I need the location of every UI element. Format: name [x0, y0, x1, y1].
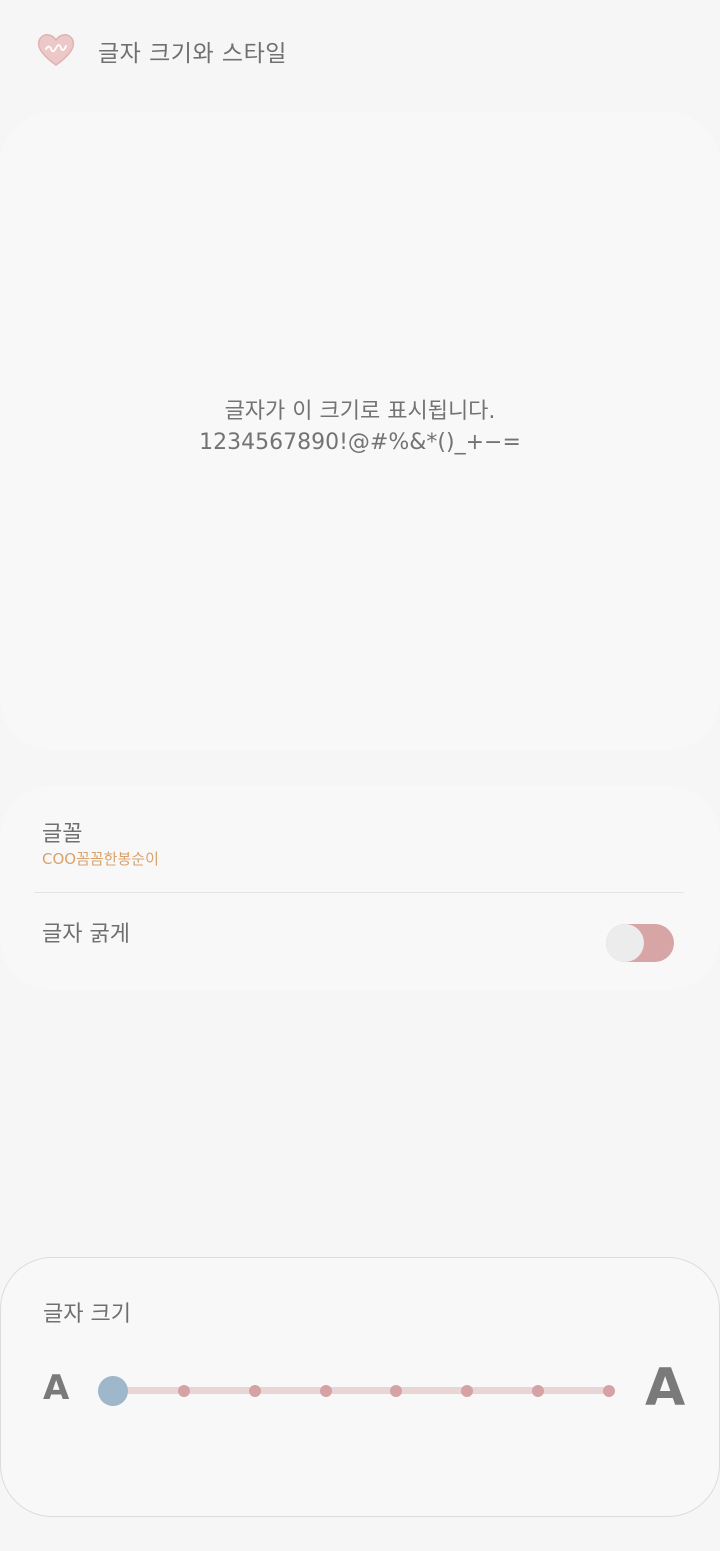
decrease-font-size-button[interactable]: A: [43, 1368, 69, 1408]
preview-text: 글자가 이 크기로 표시됩니다. 1234567890!@#%&*()_+−=: [0, 396, 720, 458]
slider-step-dot[interactable]: [319, 1385, 332, 1397]
preview-line-korean: 글자가 이 크기로 표시됩니다.: [224, 399, 496, 424]
font-size-panel: 글자 크기 A A: [0, 1257, 720, 1517]
slider-step-dot[interactable]: [461, 1385, 474, 1397]
divider: [34, 892, 684, 893]
font-style-value: COO꼼꼼한봉순이: [42, 850, 159, 868]
bold-font-row[interactable]: 글자 굵게: [0, 894, 720, 990]
font-size-label: 글자 크기: [43, 1302, 131, 1327]
slider-step-dot[interactable]: [248, 1385, 261, 1397]
increase-font-size-button[interactable]: A: [645, 1358, 685, 1418]
bold-font-label: 글자 굵게: [42, 922, 130, 947]
toggle-knob: [606, 924, 644, 962]
preview-line-symbols: 1234567890!@#%&*()_+−=: [199, 430, 521, 455]
slider-step-dot[interactable]: [532, 1385, 545, 1397]
font-size-slider[interactable]: [97, 1374, 625, 1408]
heart-back-icon[interactable]: [34, 30, 78, 70]
slider-thumb[interactable]: [98, 1376, 128, 1406]
bold-font-toggle[interactable]: [606, 924, 674, 962]
page-title: 글자 크기와 스타일: [98, 41, 287, 67]
slider-step-dot[interactable]: [603, 1385, 615, 1397]
slider-step-dot[interactable]: [390, 1385, 403, 1397]
slider-step-dot[interactable]: [177, 1385, 190, 1397]
font-settings-card: 글꼴 COO꼼꼼한봉순이 글자 굵게: [0, 786, 720, 990]
font-style-row[interactable]: 글꼴 COO꼼꼼한봉순이: [0, 786, 720, 892]
app-header: 글자 크기와 스타일: [0, 0, 720, 100]
font-preview-card: 글자가 이 크기로 표시됩니다. 1234567890!@#%&*()_+−=: [0, 112, 720, 750]
font-style-label: 글꼴: [42, 822, 83, 847]
